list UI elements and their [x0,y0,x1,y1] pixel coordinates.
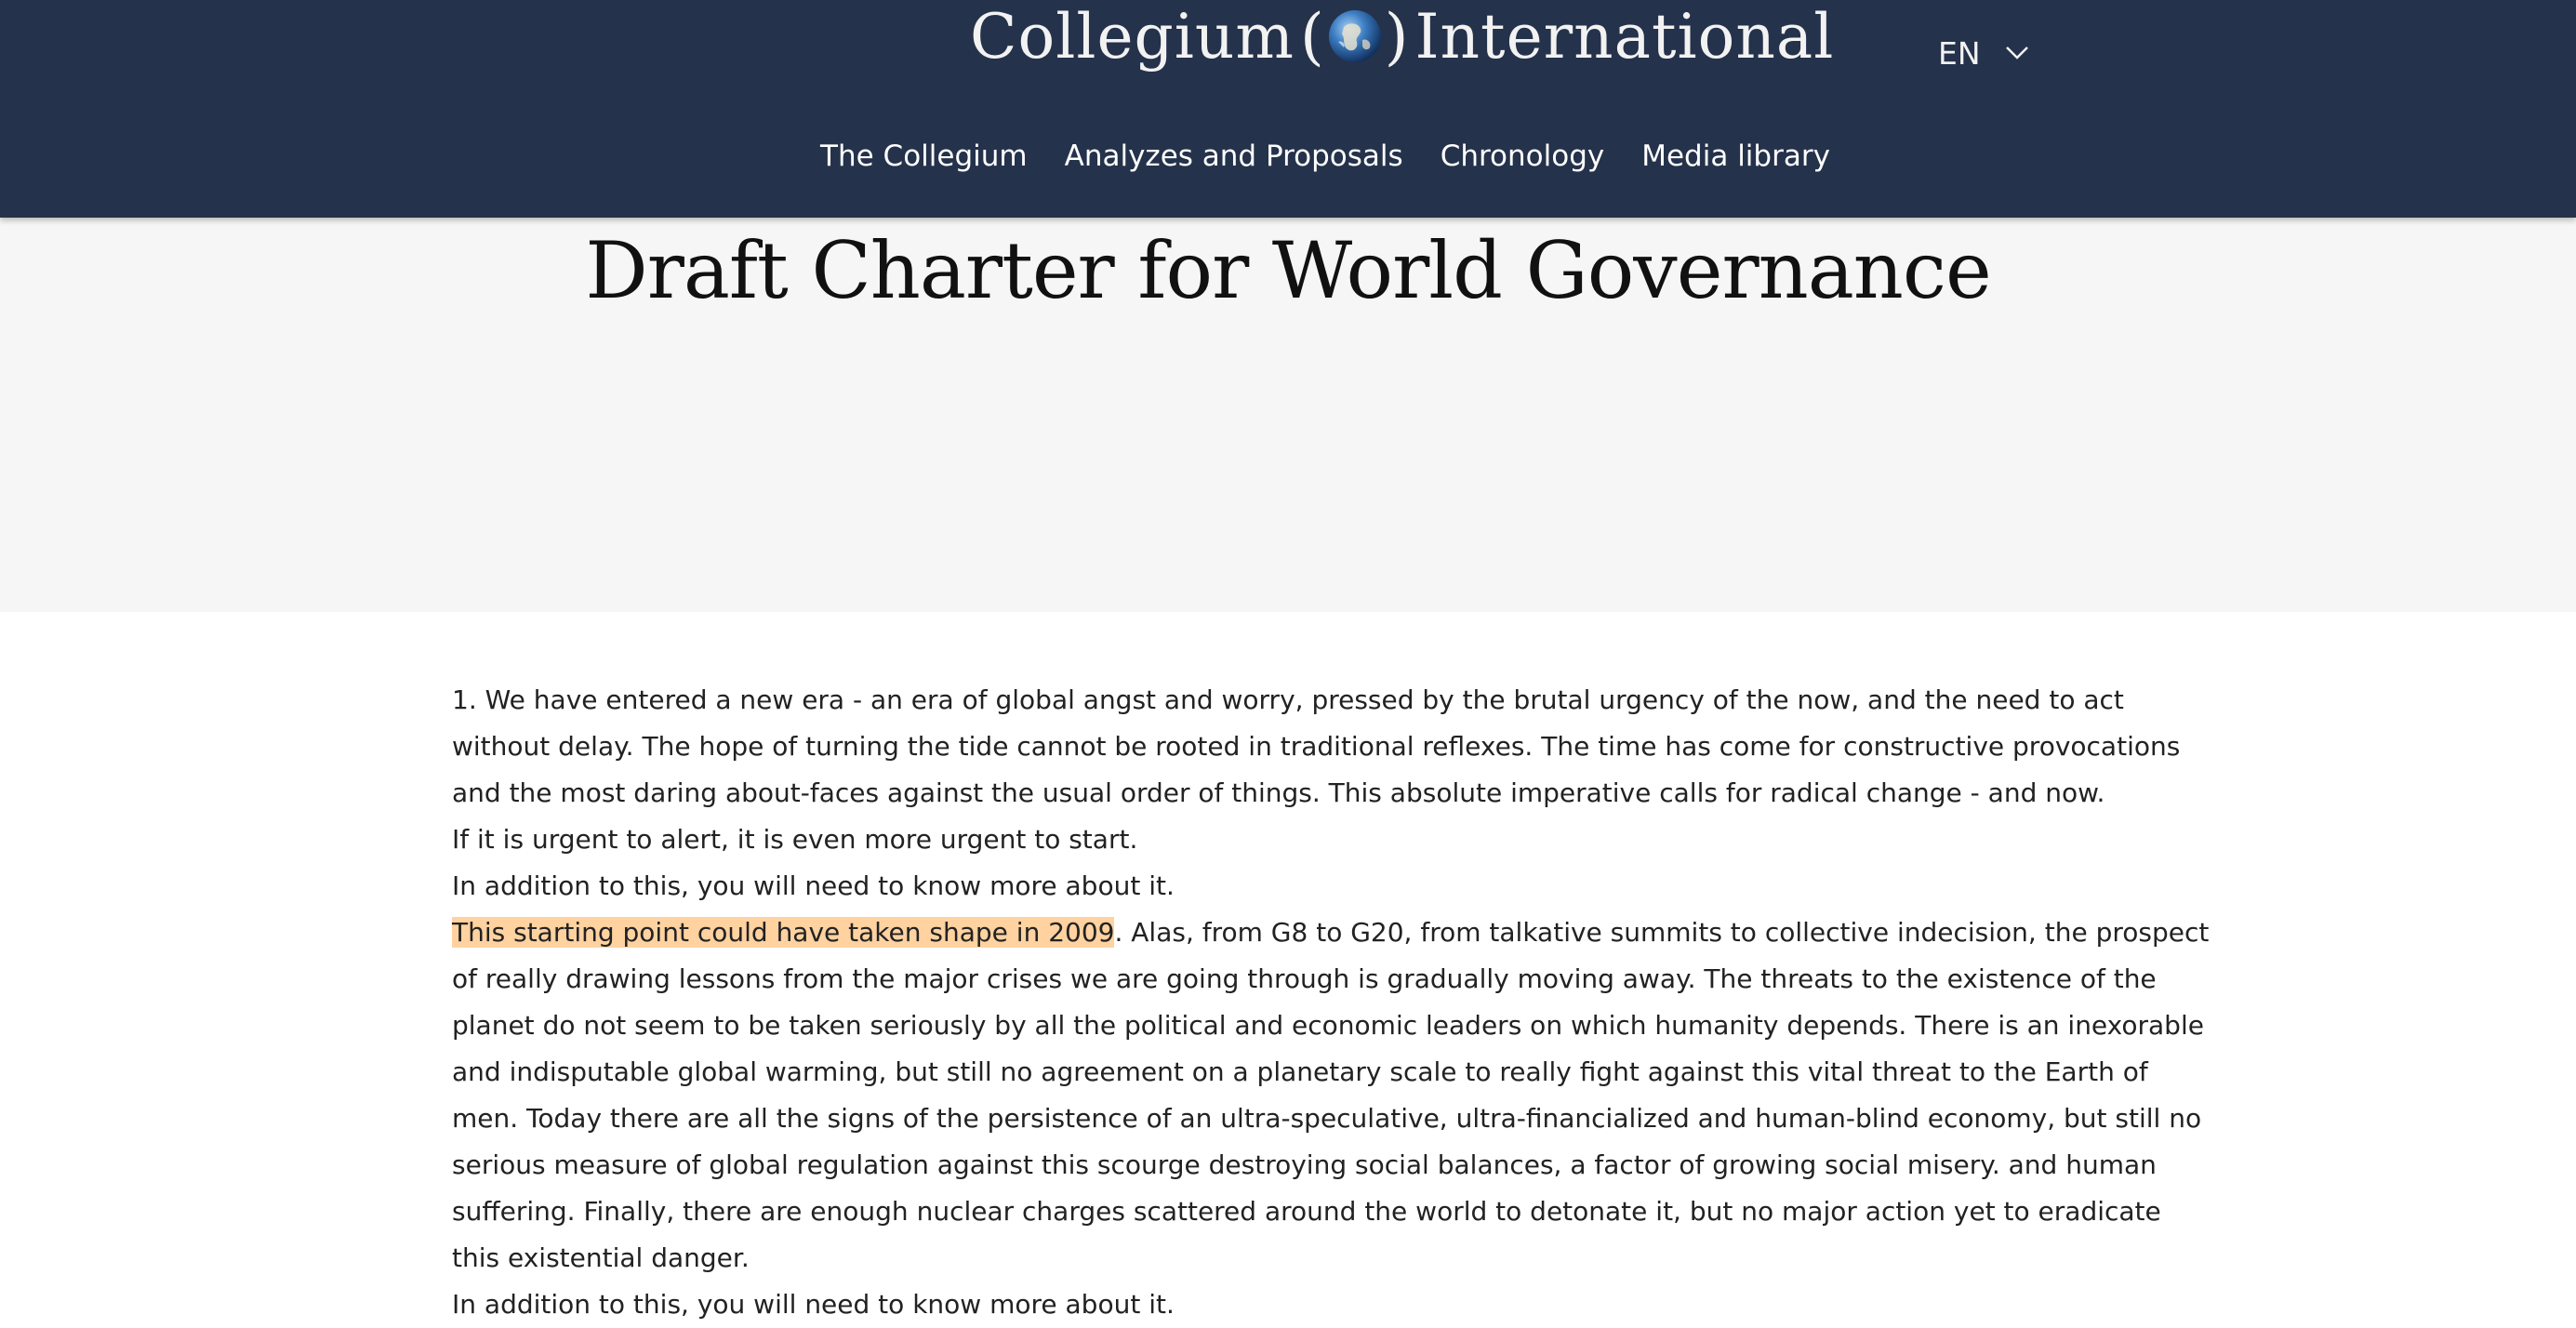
logo-paren-close: ) [1384,0,1410,73]
chevron-down-icon [2005,46,2028,60]
main-navigation: The Collegium Analyzes and Proposals Chr… [0,130,2576,182]
nav-item-analyzes-and-proposals[interactable]: Analyzes and Proposals [1065,139,1403,173]
globe-icon [1328,10,1381,62]
paragraph-intro: 1. We have entered a new era - an era of… [452,684,2181,808]
language-selector[interactable]: EN [1938,30,2029,76]
nav-item-chronology[interactable]: Chronology [1441,139,1605,173]
logo-text-collegium: Collegium [970,0,1295,73]
logo-text-international: International [1414,0,1835,73]
know-more-link[interactable]: In addition to this, you will need to kn… [452,863,2210,910]
paragraph-urgent: If it is urgent to alert, it is even mor… [452,824,1138,855]
know-more-link[interactable]: In addition to this, you will need to kn… [452,1282,2210,1328]
paragraph-2009: This starting point could have taken sha… [452,910,2210,1282]
site-logo[interactable]: Collegium ( ) International [970,0,1834,73]
page-title: Draft Charter for World Governance [585,225,1991,316]
language-label: EN [1938,34,1981,72]
site-header: Collegium ( ) International EN The Colle… [0,0,2576,218]
nav-item-the-collegium[interactable]: The Collegium [820,139,1028,173]
highlighted-text: This starting point could have taken sha… [452,917,1115,948]
article-body: 1. We have entered a new era - an era of… [452,677,2210,1328]
logo-globe: ( ) [1300,1,1410,73]
logo-paren-open: ( [1299,0,1325,73]
paragraph-2009-text: . Alas, from G8 to G20, from talkative s… [452,917,2210,1273]
nav-item-media-library[interactable]: Media library [1641,139,1830,173]
